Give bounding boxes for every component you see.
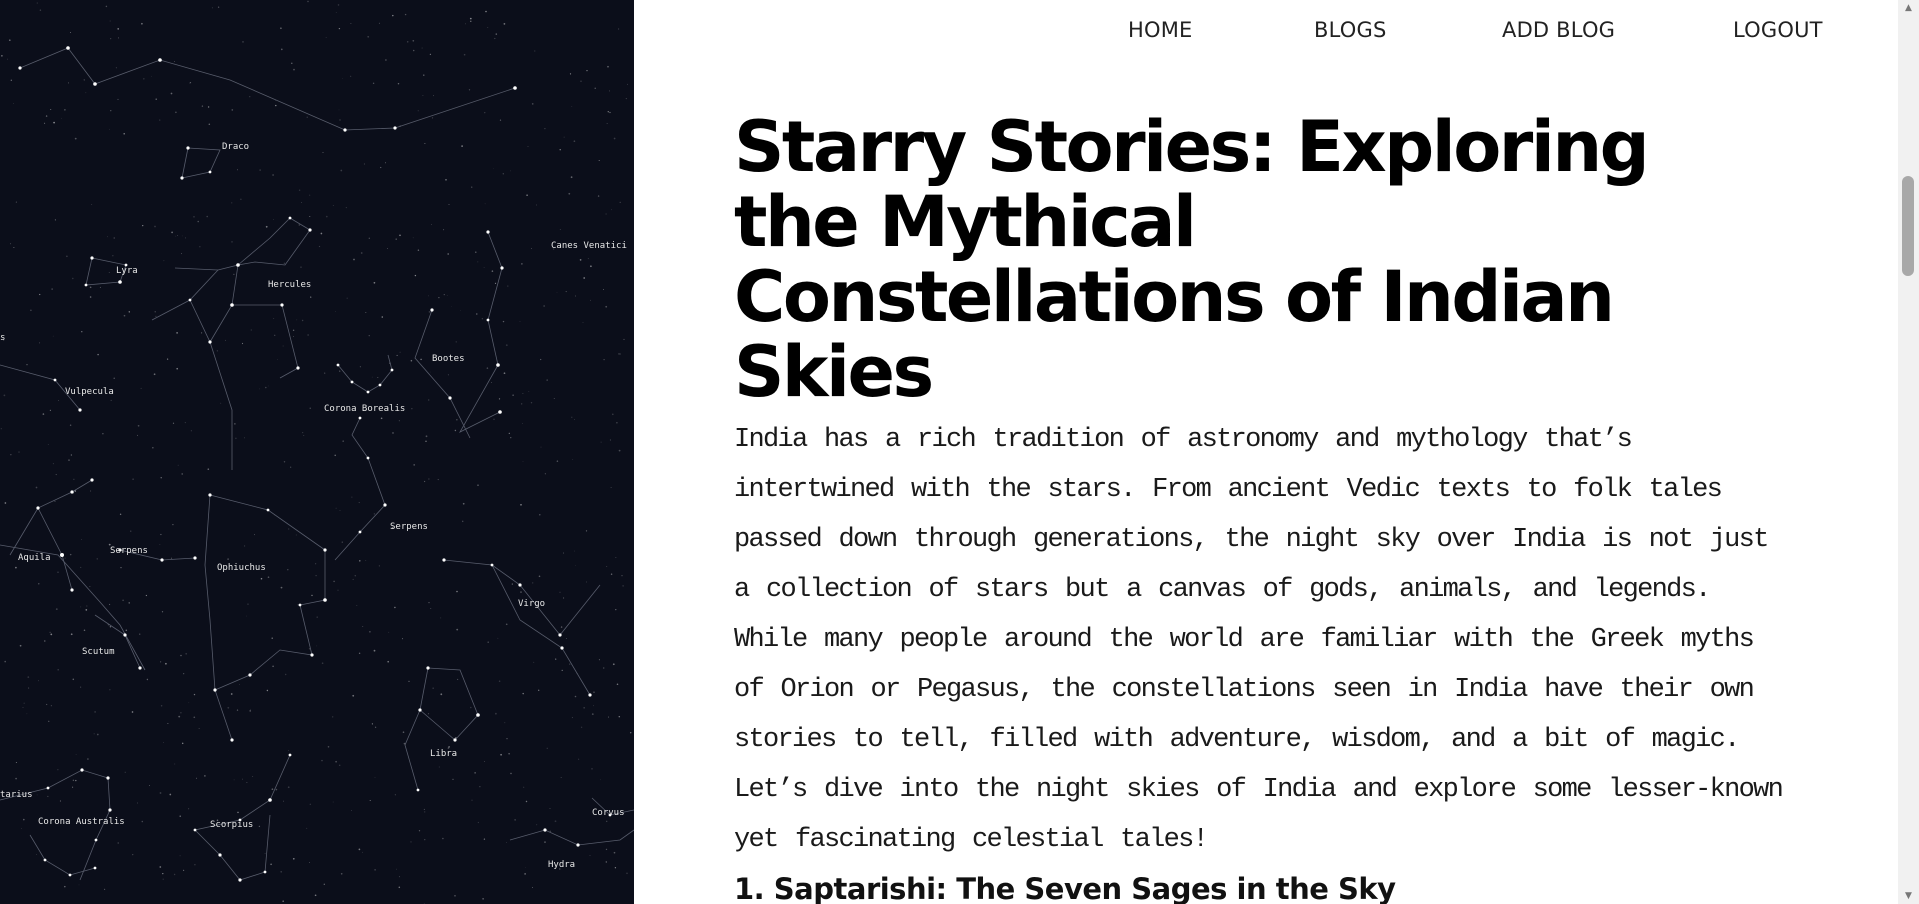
constellation-labels: Draco Lyra Hercules Canes Venatici Vulpe… [0, 142, 627, 870]
label-lyra: Lyra [116, 266, 138, 276]
label-ophiuchus: Ophiuchus [217, 563, 266, 573]
label-corona-australis: Corona Australis [38, 817, 125, 827]
label-partial-left: s [0, 333, 5, 343]
page-scrollbar[interactable]: ▲ ▼ [1898, 0, 1919, 904]
main-content: HOME BLOGS ADD BLOG LOGOUT Starry Storie… [634, 0, 1898, 904]
label-sagittarius-partial: tarius [0, 790, 33, 800]
top-nav: HOME BLOGS ADD BLOG LOGOUT [634, 18, 1898, 50]
label-scutum: Scutum [82, 647, 115, 657]
label-vulpecula: Vulpecula [65, 387, 114, 397]
section-heading: 1. Saptarishi: The Seven Sages in the Sk… [734, 872, 1396, 904]
label-canes-venatici: Canes Venatici [551, 241, 627, 251]
nav-blogs-link[interactable]: BLOGS [1314, 18, 1387, 42]
scroll-up-icon[interactable]: ▲ [1898, 0, 1919, 16]
scroll-thumb[interactable] [1902, 176, 1914, 276]
label-draco: Draco [222, 142, 249, 152]
label-libra: Libra [430, 749, 457, 759]
scroll-down-icon[interactable]: ▼ [1898, 888, 1919, 904]
label-bootes: Bootes [432, 354, 465, 364]
label-virgo: Virgo [518, 599, 545, 609]
label-hercules: Hercules [268, 280, 311, 290]
label-aquila: Aquila [18, 553, 51, 563]
label-corona-borealis: Corona Borealis [324, 404, 405, 414]
bright-stars [18, 46, 612, 882]
nav-home-link[interactable]: HOME [1128, 18, 1193, 42]
label-scorpius: Scorpius [210, 820, 253, 830]
nav-logout-link[interactable]: LOGOUT [1733, 18, 1823, 42]
constellation-map-panel: Draco Lyra Hercules Canes Venatici Vulpe… [0, 0, 634, 904]
label-serpens-lower: Serpens [110, 546, 148, 556]
article-title: Starry Stories: Exploring the Mythical C… [734, 106, 1650, 413]
constellation-lines [0, 47, 634, 881]
constellation-map: Draco Lyra Hercules Canes Venatici Vulpe… [0, 0, 634, 904]
label-hydra: Hydra [548, 860, 575, 870]
label-corvus: Corvus [592, 808, 625, 818]
label-serpens-upper: Serpens [390, 522, 428, 532]
article-intro: India has a rich tradition of astronomy … [734, 425, 1784, 855]
nav-add-blog-link[interactable]: ADD BLOG [1502, 18, 1615, 42]
